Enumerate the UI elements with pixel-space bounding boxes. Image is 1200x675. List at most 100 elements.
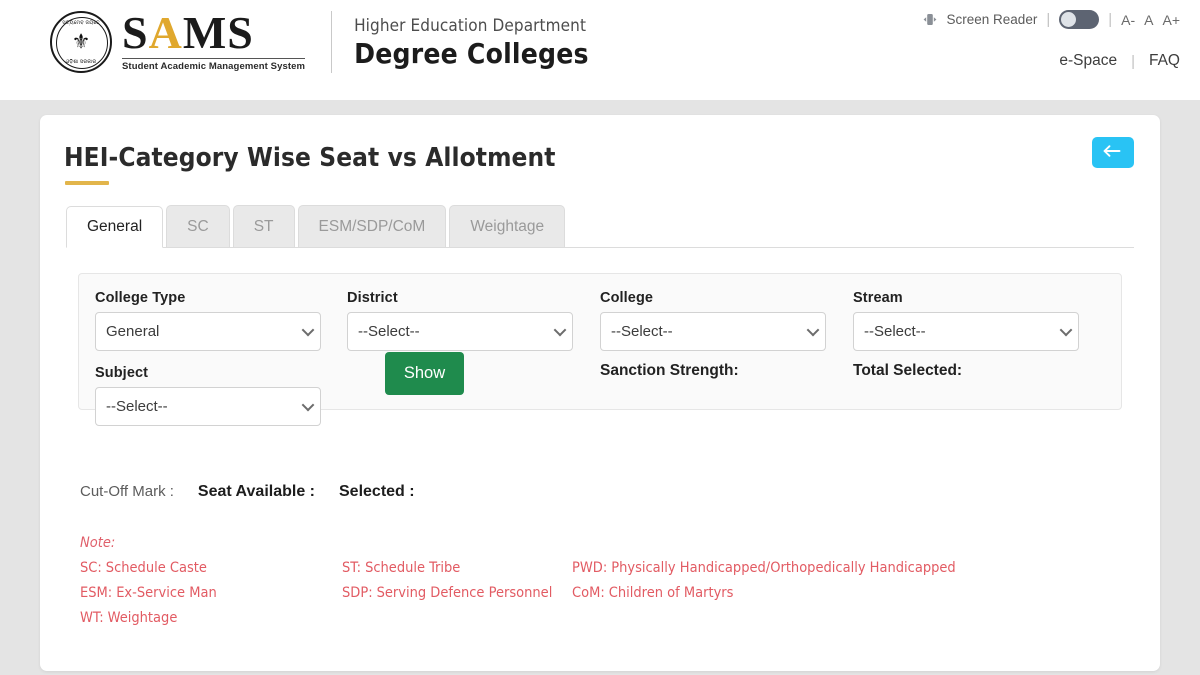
note-st: ST: Schedule Tribe xyxy=(342,560,572,576)
toggle-knob xyxy=(1061,12,1077,27)
total-selected-label: Total Selected: xyxy=(853,362,963,379)
district-select[interactable]: --Select-- xyxy=(347,312,573,351)
category-tab-bar: General SC ST ESM/SDP/CoM Weightage xyxy=(66,204,1134,248)
font-increase-button[interactable]: A+ xyxy=(1162,12,1180,28)
college-type-value: General xyxy=(106,323,160,340)
accessibility-tools: Screen Reader | | A- A A+ xyxy=(922,10,1180,29)
screen-reader-label: Screen Reader xyxy=(946,12,1038,27)
note-st-text: Schedule Tribe xyxy=(365,560,461,576)
college-type-label: College Type xyxy=(95,290,186,306)
college-select[interactable]: --Select-- xyxy=(600,312,826,351)
state-emblem-icon: ସତ୍ୟମେବ ଜୟତେ ⚜ ଓଡ଼ିଶା ସରକାର xyxy=(50,11,112,73)
subject-select[interactable]: --Select-- xyxy=(95,387,321,426)
nav-divider: | xyxy=(1131,52,1135,70)
note-sdp: SDP: Serving Defence Personnel xyxy=(342,585,572,601)
field-subject: Subject --Select-- xyxy=(95,365,321,426)
sams-letters-ms: MS xyxy=(182,7,254,58)
back-button[interactable] xyxy=(1092,137,1134,168)
tab-st[interactable]: ST xyxy=(232,205,295,247)
emblem-lion-icon: ⚜ xyxy=(71,30,91,54)
tools-divider-1: | xyxy=(1046,11,1051,28)
brand-divider xyxy=(331,11,333,73)
title-accent-underline xyxy=(65,181,109,185)
selected-label: Selected : xyxy=(339,483,415,500)
district-label: District xyxy=(347,290,398,306)
tools-divider-2: | xyxy=(1108,11,1113,28)
site-header: ସତ୍ୟମେବ ଜୟତେ ⚜ ଓଡ଼ିଶା ସରକାର SAMS Student… xyxy=(0,0,1200,100)
stream-label: Stream xyxy=(853,290,903,306)
note-sc-abbr: SC: xyxy=(80,560,102,576)
brand-logo[interactable]: ସତ୍ୟମେବ ଜୟତେ ⚜ ଓଡ଼ିଶା ସରକାର SAMS Student… xyxy=(50,10,589,74)
page-title: HEI-Category Wise Seat vs Allotment xyxy=(64,143,556,173)
department-block: Higher Education Department Degree Colle… xyxy=(354,14,589,70)
emblem-top-text: ସତ୍ୟମେବ ଜୟତେ xyxy=(62,20,100,26)
note-sc-text: Schedule Caste xyxy=(105,560,207,576)
show-button[interactable]: Show xyxy=(385,352,464,395)
chevron-down-icon xyxy=(301,323,315,336)
note-pwd: PWD: Physically Handicapped/Orthopedicall… xyxy=(572,560,1072,576)
subject-label: Subject xyxy=(95,365,149,381)
notes-section: Note: SC: Schedule Caste ST: Schedule Trib… xyxy=(80,535,1120,635)
college-type-select[interactable]: General xyxy=(95,312,321,351)
note-esm-text: Ex-Service Man xyxy=(116,585,217,601)
sams-letter-a: A xyxy=(148,7,183,58)
note-row: WT: Weightage xyxy=(80,610,1120,626)
tab-weightage[interactable]: Weightage xyxy=(449,205,566,247)
tab-esm-sdp-com[interactable]: ESM/SDP/CoM xyxy=(297,205,447,247)
header-nav-links: e-Space | FAQ xyxy=(1059,52,1180,70)
chevron-down-icon xyxy=(553,323,567,336)
note-com-text: Children of Martyrs xyxy=(608,585,734,601)
chevron-down-icon xyxy=(806,323,820,336)
screen-reader-toggle[interactable] xyxy=(1059,10,1100,29)
speaker-icon xyxy=(922,12,938,27)
college-value: --Select-- xyxy=(611,323,673,340)
note-wt-abbr: WT: xyxy=(80,610,104,626)
note-pwd-text: Physically Handicapped/Orthopedically Ha… xyxy=(611,560,956,576)
note-esm: ESM: Ex-Service Man xyxy=(80,585,342,601)
notes-title: Note: xyxy=(80,535,116,551)
note-sdp-text: Serving Defence Personnel xyxy=(376,585,553,601)
note-sdp-abbr: SDP: xyxy=(342,585,373,601)
tab-sc[interactable]: SC xyxy=(166,205,230,247)
note-com: CoM: Children of Martyrs xyxy=(572,585,1072,601)
sanction-strength-label: Sanction Strength: xyxy=(600,362,739,379)
note-row: ESM: Ex-Service Man SDP: Serving Defence P… xyxy=(80,585,1120,601)
stream-select[interactable]: --Select-- xyxy=(853,312,1079,351)
filter-panel: College Type General District --Select--… xyxy=(78,273,1122,426)
font-decrease-button[interactable]: A- xyxy=(1121,12,1135,28)
nav-link-espace[interactable]: e-Space xyxy=(1059,52,1117,70)
stream-value: --Select-- xyxy=(864,323,926,340)
college-label: College xyxy=(600,290,654,306)
summary-row: Cut-Off Mark : Seat Available : Selected… xyxy=(80,483,415,501)
field-stream: Stream --Select-- xyxy=(853,290,1079,351)
sams-wordmark: SAMS Student Academic Management System xyxy=(122,10,306,74)
font-normal-button[interactable]: A xyxy=(1144,12,1153,28)
note-sc: SC: Schedule Caste xyxy=(80,560,342,576)
seat-available-label: Seat Available : xyxy=(197,483,315,500)
arrow-left-icon xyxy=(1103,144,1123,161)
portal-name: Degree Colleges xyxy=(354,37,589,70)
sams-full-name: Student Academic Management System xyxy=(122,58,306,72)
note-esm-abbr: ESM: xyxy=(80,585,113,601)
note-com-abbr: CoM: xyxy=(572,585,605,601)
note-row: SC: Schedule Caste ST: Schedule Tribe PWD:… xyxy=(80,560,1120,576)
nav-link-faq[interactable]: FAQ xyxy=(1149,52,1180,70)
main-content-card: HEI-Category Wise Seat vs Allotment Gene… xyxy=(40,115,1160,671)
tab-general[interactable]: General xyxy=(66,206,164,248)
total-selected: Total Selected: xyxy=(853,362,962,380)
field-college-type: College Type General xyxy=(95,290,321,351)
note-wt-text: Weightage xyxy=(107,610,178,626)
subject-value: --Select-- xyxy=(106,398,168,415)
note-pwd-abbr: PWD: xyxy=(572,560,608,576)
sams-acronym: SAMS xyxy=(122,10,305,56)
field-district: District --Select-- xyxy=(347,290,573,351)
sanction-strength: Sanction Strength: xyxy=(600,362,739,380)
emblem-bottom-text: ଓଡ଼ିଶା ସରକାର xyxy=(65,59,97,65)
department-name: Higher Education Department xyxy=(354,16,587,36)
note-st-abbr: ST: xyxy=(342,560,362,576)
district-value: --Select-- xyxy=(358,323,420,340)
chevron-down-icon xyxy=(1059,323,1073,336)
sams-letter-s: S xyxy=(122,7,149,58)
cutoff-mark-label: Cut-Off Mark : xyxy=(80,483,174,500)
field-college: College --Select-- xyxy=(600,290,826,351)
